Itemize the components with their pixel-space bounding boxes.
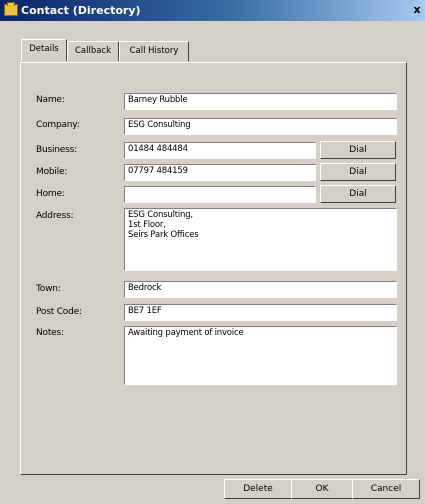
- mobile-label: Mobile:: [36, 167, 68, 177]
- mobile-phone-field[interactable]: 07797 484159: [124, 164, 316, 181]
- notes-label: Notes:: [36, 328, 64, 338]
- name-field[interactable]: Barney Rubble: [124, 93, 397, 110]
- tab-call-history[interactable]: Call History: [119, 41, 189, 61]
- notes-field[interactable]: Awaiting payment of invoice: [124, 326, 397, 385]
- address-label: Address:: [36, 211, 74, 221]
- ok-button[interactable]: OK: [291, 479, 353, 499]
- contact-dialog: Contact (Directory) x Details Callback C…: [0, 0, 425, 504]
- company-label: Company:: [36, 120, 80, 130]
- folder-icon: [4, 2, 18, 16]
- tab-details[interactable]: Details: [21, 39, 67, 61]
- dial-business-button[interactable]: Dial: [320, 141, 396, 159]
- home-phone-field[interactable]: [124, 186, 316, 203]
- business-label: Business:: [36, 145, 77, 155]
- cancel-button[interactable]: Cancel: [352, 479, 420, 499]
- company-field[interactable]: ESG Consulting: [124, 118, 397, 135]
- business-phone-field[interactable]: 01484 484484: [124, 142, 316, 159]
- name-label: Name:: [36, 95, 65, 105]
- town-label: Town:: [36, 284, 61, 294]
- close-button[interactable]: x: [411, 3, 423, 17]
- dial-mobile-button[interactable]: Dial: [320, 163, 396, 181]
- window-title: Contact (Directory): [21, 4, 141, 17]
- delete-button[interactable]: Delete: [224, 479, 292, 499]
- tab-callback[interactable]: Callback: [67, 41, 119, 61]
- postcode-label: Post Code:: [36, 307, 82, 317]
- title-bar[interactable]: Contact (Directory) x: [0, 0, 425, 21]
- home-label: Home:: [36, 189, 65, 199]
- address-field[interactable]: ESG Consulting, 1st Floor, Seirs Park Of…: [124, 208, 397, 271]
- postcode-field[interactable]: BE7 1EF: [124, 304, 397, 321]
- town-field[interactable]: Bedrock: [124, 281, 397, 298]
- dial-home-button[interactable]: Dial: [320, 185, 396, 203]
